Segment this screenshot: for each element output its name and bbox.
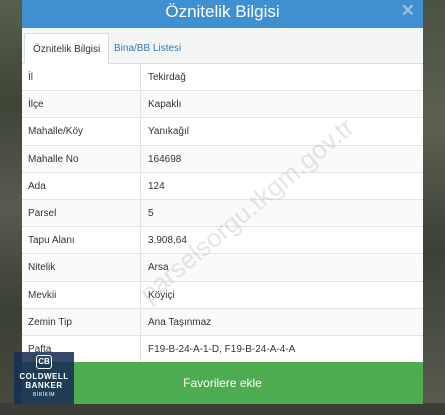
row-value: Köyiçi (148, 289, 175, 301)
tab-attribute-info[interactable]: Öznitelik Bilgisi (24, 33, 110, 64)
column-divider (140, 172, 141, 199)
table-row: Nitelik Arsa (22, 254, 423, 282)
coldwell-banker-logo: CB COLDWELL BANKER BİRİKİM (14, 352, 74, 404)
attribute-table: İl Tekirdağ İlçe Kapaklı Mahalle/Köy Yan… (22, 64, 423, 364)
table-row: Pafta F19-B-24-A-1-D, F19-B-24-A-4-A (22, 335, 423, 364)
logo-line-2: BANKER (25, 381, 63, 390)
row-value: 5 (148, 207, 154, 219)
table-row: Mahalle No 164698 (22, 145, 423, 173)
row-label: Mevkii (28, 289, 57, 301)
row-value: 124 (148, 180, 165, 192)
logo-line-3: BİRİKİM (32, 392, 56, 398)
tab-building-list[interactable]: Bina/BB Listesi (106, 33, 189, 64)
row-value: Arsa (148, 262, 169, 274)
row-label: İlçe (28, 99, 44, 111)
map-background-right (423, 0, 445, 415)
column-divider (140, 118, 141, 145)
attribute-info-dialog: Öznitelik Bilgisi ✕ Öznitelik Bilgisi Bi… (22, 0, 423, 404)
row-label: Mahalle/Köy (28, 126, 84, 138)
column-divider (140, 145, 141, 172)
table-row: Zemin Tip Ana Taşınmaz (22, 308, 423, 336)
row-label: Zemin Tip (28, 316, 72, 328)
close-icon[interactable]: ✕ (401, 1, 415, 21)
column-divider (140, 227, 141, 254)
column-divider (140, 254, 141, 281)
row-value: 3.908,64 (148, 235, 187, 247)
add-to-favorites-button[interactable]: Favorilere ekle (22, 362, 423, 404)
row-value: Tekirdağ (148, 72, 186, 83)
column-divider (140, 91, 141, 118)
table-row: Ada 124 (22, 172, 423, 200)
row-value: Kapaklı (148, 99, 182, 111)
logo-mark: CB (36, 355, 52, 369)
column-divider (140, 308, 141, 335)
column-divider (140, 335, 141, 363)
row-label: Mahalle No (28, 153, 79, 165)
table-row: İl Tekirdağ (22, 64, 423, 92)
dialog-header: Öznitelik Bilgisi ✕ (22, 0, 423, 28)
row-value: F19-B-24-A-1-D, F19-B-24-A-4-A (148, 343, 296, 355)
row-label: Nitelik (28, 262, 56, 274)
column-divider (140, 281, 141, 308)
table-row: Mahalle/Köy Yanıkağıl (22, 118, 423, 146)
table-row: Tapu Alanı 3.908,64 (22, 227, 423, 255)
row-value: Ana Taşınmaz (148, 316, 212, 328)
map-background-bottom (0, 403, 445, 415)
column-divider (140, 64, 141, 91)
row-value: Yanıkağıl (148, 126, 189, 138)
dialog-title: Öznitelik Bilgisi (165, 2, 280, 21)
column-divider (140, 199, 141, 227)
row-label: Parsel (28, 207, 57, 219)
table-row: Mevkii Köyiçi (22, 281, 423, 309)
table-row: Parsel 5 (22, 199, 423, 228)
logo-line-1: COLDWELL (19, 372, 69, 381)
table-row: İlçe Kapaklı (22, 91, 423, 119)
tab-bar: Öznitelik Bilgisi Bina/BB Listesi (22, 28, 423, 64)
row-label: Tapu Alanı (28, 235, 75, 247)
row-label: İl (28, 72, 33, 83)
row-value: 164698 (148, 153, 182, 165)
row-label: Ada (28, 180, 46, 192)
